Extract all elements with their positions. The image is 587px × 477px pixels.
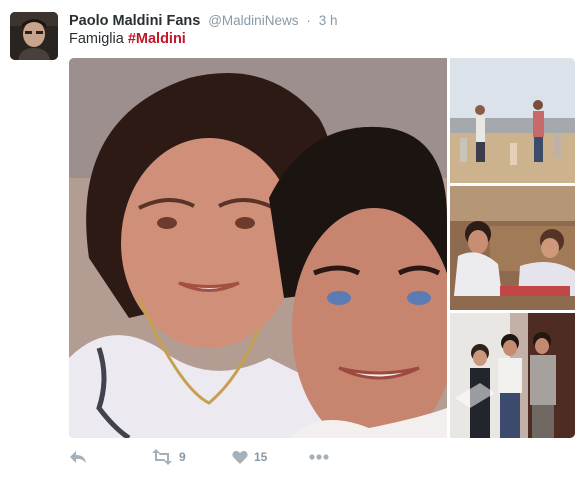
separator-dot: ·	[306, 13, 311, 28]
tweet-header: Paolo Maldini Fans @MaldiniNews · 3 h	[69, 12, 338, 32]
media-photo-sofa[interactable]	[450, 186, 575, 310]
tweet-text-plain: Famiglia	[69, 31, 128, 47]
reply-button[interactable]	[69, 446, 87, 468]
avatar[interactable]	[10, 12, 58, 60]
media-photo-beach[interactable]	[450, 58, 575, 183]
more-icon	[309, 454, 329, 460]
media-photo-main[interactable]	[69, 58, 447, 438]
reply-icon	[70, 451, 86, 463]
heart-icon	[232, 450, 248, 464]
display-name[interactable]: Paolo Maldini Fans	[69, 13, 200, 29]
retweet-icon	[152, 449, 172, 465]
user-handle[interactable]: @MaldiniNews	[208, 13, 298, 28]
tweet-actions: 9 15	[69, 446, 369, 468]
retweet-count: 9	[179, 450, 186, 464]
hashtag-link[interactable]: #Maldini	[128, 31, 186, 47]
like-button[interactable]: 15	[232, 446, 267, 468]
retweet-button[interactable]: 9	[151, 446, 186, 468]
media-grid	[69, 58, 575, 438]
tweet-card[interactable]: Paolo Maldini Fans @MaldiniNews · 3 h Fa…	[0, 0, 587, 477]
timestamp[interactable]: 3 h	[319, 13, 338, 28]
more-options-button[interactable]	[309, 446, 329, 468]
media-photo-family[interactable]	[450, 313, 575, 438]
tweet-text: Famiglia #Maldini	[69, 31, 186, 47]
like-count: 15	[254, 450, 268, 464]
